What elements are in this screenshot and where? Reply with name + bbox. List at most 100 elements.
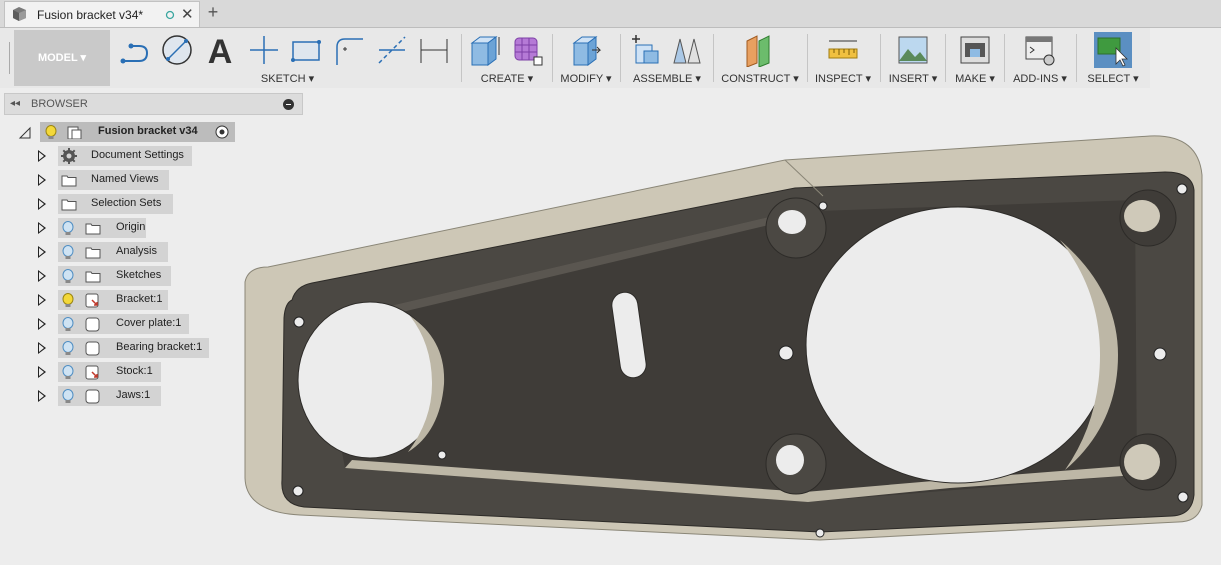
make-menu[interactable]: MAKE ▾ [948,72,1002,85]
lightbulb-icon[interactable] [61,341,75,356]
inspect-menu[interactable]: INSPECT ▾ [810,72,876,85]
new-component-icon[interactable] [628,33,662,67]
construct-menu[interactable]: CONSTRUCT ▾ [716,72,804,85]
lightbulb-icon[interactable] [61,269,75,284]
insert-image-icon[interactable] [896,33,930,67]
tree-item-jaws[interactable]: Jaws:1 [38,386,178,406]
tree-item-pill[interactable]: Jaws:1 [58,386,161,406]
expand-arrow-icon[interactable] [38,222,46,234]
activate-radio-icon[interactable] [215,125,229,139]
tree-item-pill[interactable]: Document Settings [58,146,192,166]
collapse-browser-button[interactable]: ◂◂ [10,98,20,109]
tree-item-bearing-bracket[interactable]: Bearing bracket:1 [38,338,218,358]
measure-icon[interactable] [826,33,860,67]
lightbulb-icon[interactable] [61,389,75,404]
tree-item-pill[interactable]: Selection Sets [58,194,173,214]
bolt-hole[interactable] [778,345,794,361]
bolt-hole[interactable] [292,485,304,497]
tree-item-pill[interactable]: Sketches [58,266,171,286]
point-icon[interactable] [247,33,281,67]
model-viewport[interactable] [230,120,1221,565]
collapse-triangle-icon[interactable] [18,126,32,140]
select-icon[interactable] [1094,32,1132,68]
fillet-icon[interactable] [331,33,365,67]
counterbore-bottom-right[interactable] [1119,433,1177,491]
tree-item-analysis[interactable]: Analysis [38,242,178,262]
assemble-menu[interactable]: ASSEMBLE ▾ [624,72,710,85]
insert-menu[interactable]: INSERT ▾ [884,72,942,85]
tree-root[interactable]: Fusion bracket v34 [18,122,238,142]
scripts-icon[interactable] [1023,33,1057,67]
bolt-hole[interactable] [437,450,447,460]
tree-item-pill[interactable]: Bearing bracket:1 [58,338,209,358]
extrude-icon[interactable] [468,33,502,67]
browser-title: BROWSER [31,98,88,110]
text-icon[interactable]: A [203,33,237,67]
new-tab-button[interactable]: + [203,2,223,23]
browser-header: ◂◂ BROWSER [4,93,303,115]
bolt-hole[interactable] [818,201,828,211]
counterbore-top[interactable] [765,197,827,259]
dimension-icon[interactable] [417,33,451,67]
expand-arrow-icon[interactable] [38,366,46,378]
toolbar-separator [945,34,946,82]
trim-icon[interactable] [375,33,409,67]
right-bearing-bore[interactable] [805,206,1111,484]
3d-print-icon[interactable] [958,33,992,67]
expand-arrow-icon[interactable] [38,390,46,402]
lightbulb-icon[interactable] [61,221,75,236]
create-menu[interactable]: CREATE ▾ [464,72,550,85]
expand-arrow-icon[interactable] [38,150,46,162]
modify-menu[interactable]: MODIFY ▾ [556,72,616,85]
line-icon[interactable] [117,33,151,67]
expand-arrow-icon[interactable] [38,270,46,282]
circle-icon[interactable] [160,33,194,67]
bolt-hole[interactable] [815,528,825,538]
lightbulb-icon[interactable] [61,365,75,380]
expand-arrow-icon[interactable] [38,318,46,330]
tree-item-named-views[interactable]: Named Views [38,170,178,190]
close-tab-button[interactable]: ✕ [181,5,194,23]
tree-item-stock[interactable]: Stock:1 [38,362,178,382]
workspace-switcher-button[interactable]: MODEL ▾ [14,30,110,86]
bolt-hole[interactable] [293,316,305,328]
tree-item-pill[interactable]: Named Views [58,170,169,190]
expand-arrow-icon[interactable] [38,246,46,258]
tree-item-pill[interactable]: Origin [58,218,146,238]
sketch-menu[interactable]: SKETCH ▾ [115,72,460,85]
tree-item-pill[interactable]: Stock:1 [58,362,161,382]
expand-arrow-icon[interactable] [38,198,46,210]
tree-item-pill[interactable]: Analysis [58,242,168,262]
minimize-browser-button[interactable] [283,99,294,110]
bolt-hole[interactable] [1153,347,1167,361]
add-ins-menu[interactable]: ADD-INS ▾ [1008,72,1072,85]
document-tab[interactable]: Fusion bracket v34* ✕ [4,1,200,27]
expand-arrow-icon[interactable] [38,294,46,306]
lightbulb-icon[interactable] [61,317,75,332]
tree-item-document-settings[interactable]: Document Settings [38,146,198,166]
tree-item-selection-sets[interactable]: Selection Sets [38,194,178,214]
lightbulb-icon[interactable] [61,245,75,260]
tree-item-pill[interactable]: Bracket:1 [58,290,168,310]
offset-plane-icon[interactable] [743,33,777,67]
gear-icon [61,148,77,164]
tree-item-bracket[interactable]: Bracket:1 [38,290,178,310]
bolt-hole[interactable] [1177,491,1189,503]
counterbore-bottom[interactable] [765,433,827,495]
tree-item-pill[interactable]: Cover plate:1 [58,314,189,334]
lightbulb-on-icon[interactable] [44,125,58,140]
rectangle-icon[interactable] [289,33,323,67]
counterbore-top-right[interactable] [1119,189,1177,247]
tree-item-sketches[interactable]: Sketches [38,266,178,286]
form-icon[interactable] [510,33,544,67]
tree-item-cover-plate[interactable]: Cover plate:1 [38,314,198,334]
bolt-hole[interactable] [1176,183,1188,195]
joint-icon[interactable] [670,33,704,67]
select-menu[interactable]: SELECT ▾ [1080,72,1146,85]
tree-item-origin[interactable]: Origin [38,218,158,238]
tree-root-pill[interactable]: Fusion bracket v34 [40,122,235,142]
press-pull-icon[interactable] [568,33,602,67]
expand-arrow-icon[interactable] [38,342,46,354]
lightbulb-on-icon[interactable] [61,293,75,308]
expand-arrow-icon[interactable] [38,174,46,186]
